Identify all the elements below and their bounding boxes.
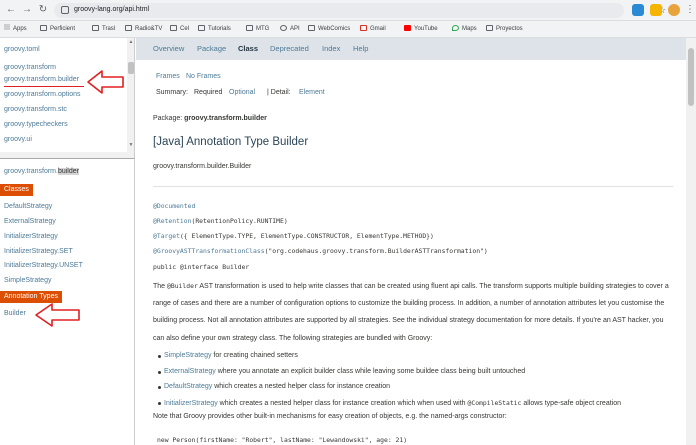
nav-package[interactable]: Package [197,44,226,53]
package-link[interactable]: groovy.transform.options [4,91,81,98]
folder-icon [92,25,99,31]
divider [153,186,673,187]
youtube-icon [404,25,411,31]
top-navbar: Overview Package Class Deprecated Index … [136,38,686,60]
address-bar[interactable]: groovy-lang.org/api.html ☆ [54,3,666,18]
classes-heading: Classes [0,184,33,196]
scroll-up-icon[interactable]: ▲ [128,39,134,45]
site-info-icon[interactable] [61,6,69,14]
red-arrow-annotation [35,303,80,327]
annotation-documented: @Documented [153,202,196,210]
class-link[interactable]: InitializerStrategy.UNSET [4,262,83,269]
nav-help[interactable]: Help [353,44,368,53]
detail-label: | Detail: [267,89,291,96]
map-pin-icon [452,25,459,31]
nav-index[interactable]: Index [322,44,340,53]
summary-label: Summary: [156,89,188,96]
list-item: SimpleStrategy for creating chained sett… [158,352,298,359]
folder-icon [125,25,132,31]
apps-grid-icon [4,24,10,30]
bookmark-tutorials[interactable]: Tutorials [198,24,231,35]
annotation-retention: @Retention(RetentionPolicy.RUNTIME) [153,217,288,225]
gmail-icon [360,25,367,31]
folder-icon [308,25,315,31]
folder-icon [198,25,205,31]
url-text: groovy-lang.org/api.html [74,6,150,13]
bookmark-proyectos[interactable]: Proyectos [486,24,523,35]
scrollbar-thumb[interactable] [128,62,134,74]
summary-required: Required [194,89,223,96]
declaration: public @interface Builder [153,263,250,271]
class-link[interactable]: InitializerStrategy.SET [4,248,73,255]
bookmark-webcomics[interactable]: WebComics [308,24,350,35]
no-frames-link[interactable]: No Frames [186,73,221,80]
nav-deprecated[interactable]: Deprecated [270,44,309,53]
frames-link[interactable]: Frames [156,73,180,80]
strategy-link[interactable]: SimpleStrategy [164,352,211,359]
folder-icon [486,25,493,31]
package-name: groovy.transform.builder [184,115,267,122]
bookmark-perficient[interactable]: Perficient [40,24,75,35]
scroll-down-icon[interactable]: ▼ [128,142,134,148]
extension-icon[interactable] [632,4,644,16]
extension-icon[interactable] [650,4,662,16]
list-item: InitializerStrategy which creates a nest… [158,399,621,407]
list-item: DefaultStrategy which creates a nested h… [158,383,390,390]
package-link[interactable]: groovy.toml [4,46,40,53]
class-link[interactable]: DefaultStrategy [4,203,52,210]
nav-class: Class [238,44,259,53]
description-paragraph: The @Builder AST transformation is used … [153,282,669,342]
class-documentation: Frames No Frames Summary: Required Optio… [136,60,686,445]
globe-icon [280,25,287,31]
note-paragraph: Note that Groovy provides other built-in… [153,413,507,420]
package-link-groovy-transform-builder[interactable]: groovy.transform.builder [4,76,79,83]
annotation-link-builder[interactable]: Builder [4,310,26,317]
browser-toolbar: ← → ↻ groovy-lang.org/api.html ☆ ⋮ [0,0,696,21]
annotation-ast-class: @GroovyASTTransformationClass("org.codeh… [153,247,488,255]
list-item: ExternalStrategy where you annotate an e… [158,368,525,375]
class-link[interactable]: InitializerStrategy [4,233,58,240]
strategy-link[interactable]: DefaultStrategy [164,383,212,390]
package-list-scrollbar[interactable]: ▲ ▼ [127,38,134,152]
bookmark-apps[interactable]: Apps [4,24,27,35]
bookmark-trasl[interactable]: Trasl [92,24,115,35]
bookmark-youtube[interactable]: YouTube [404,24,438,35]
class-link[interactable]: SimpleStrategy [4,277,51,284]
reload-icon[interactable]: ↻ [36,3,50,17]
bookmark-radio-tv[interactable]: Radio&TV [125,24,162,35]
scrollbar-thumb[interactable] [688,48,694,106]
package-frame-title[interactable]: groovy.transform.builder [4,168,79,175]
bookmark-api[interactable]: API [280,24,300,35]
package-line: Package: groovy.transform.builder [153,115,267,122]
fully-qualified-name: groovy.transform.builder.Builder [153,163,252,170]
strategy-link[interactable]: InitializerStrategy [164,400,218,407]
back-icon[interactable]: ← [4,3,18,17]
class-link[interactable]: ExternalStrategy [4,218,56,225]
forward-icon[interactable]: → [20,3,34,17]
package-link[interactable]: groovy.transform [4,64,56,71]
folder-icon [170,25,177,31]
package-link[interactable]: groovy.transform.stc [4,106,67,113]
strategy-link[interactable]: ExternalStrategy [164,368,216,375]
bookmark-cel[interactable]: Cel [170,24,189,35]
folder-icon [246,25,253,31]
detail-element-link[interactable]: Element [299,89,325,96]
annotation-target: @Target({ ElementType.TYPE, ElementType.… [153,232,434,240]
package-link[interactable]: groovy.typecheckers [4,121,68,128]
bookmarks-bar: Apps Perficient Trasl Radio&TV Cel Tutor… [0,21,696,38]
folder-icon [40,25,47,31]
code-example: new Person(firstName: "Robert", lastName… [157,436,408,444]
page-title: [Java] Annotation Type Builder [153,136,309,148]
menu-kebab-icon[interactable]: ⋮ [683,3,696,17]
summary-optional-link[interactable]: Optional [229,89,255,96]
red-underline-annotation [4,86,84,87]
main-scrollbar[interactable] [686,38,696,445]
red-arrow-annotation [87,70,124,94]
bookmark-gmail[interactable]: Gmail [360,24,386,35]
bookmark-maps[interactable]: Maps [452,24,477,35]
package-link[interactable]: groovy.ui [4,136,32,143]
bookmark-mtg[interactable]: MTG [246,24,269,35]
nav-overview[interactable]: Overview [153,44,184,53]
profile-avatar[interactable] [668,4,680,16]
